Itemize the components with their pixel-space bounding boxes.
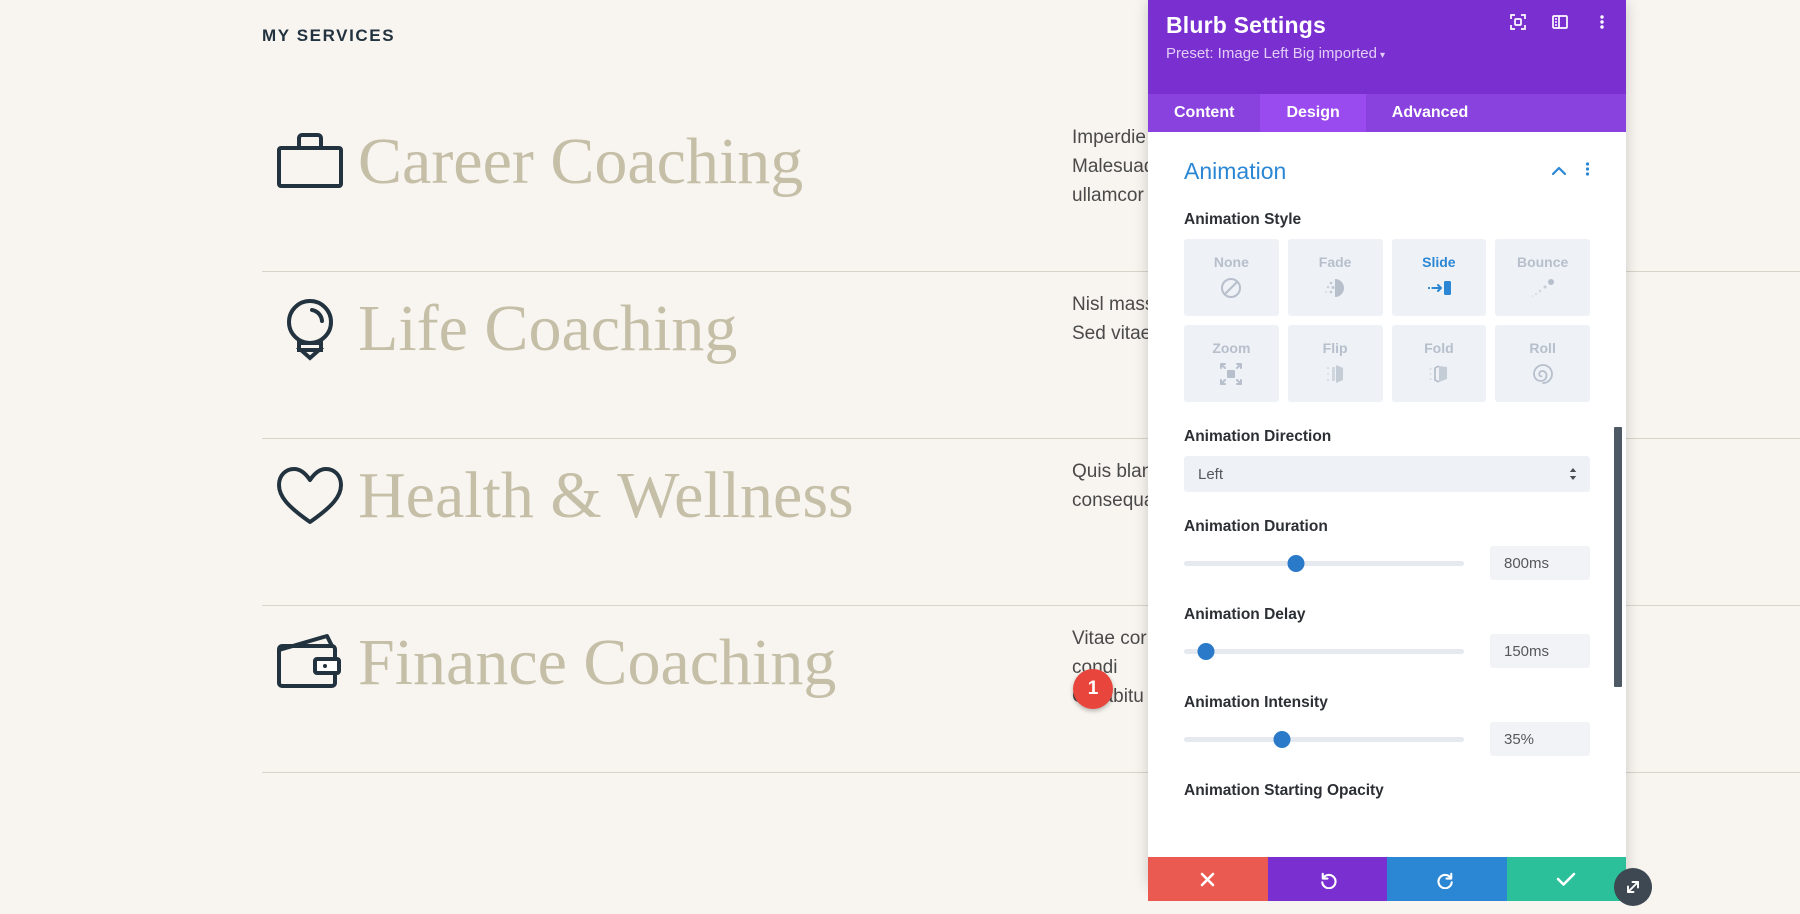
style-label: Fold (1424, 340, 1454, 356)
animation-section-header: Animation (1184, 158, 1590, 185)
style-label: Fade (1318, 254, 1352, 270)
fade-icon (1323, 275, 1347, 301)
animation-style-label: Animation Style (1184, 211, 1302, 228)
slider-track (1184, 736, 1464, 742)
lightbulb-icon (262, 298, 358, 362)
animation-style-roll[interactable]: Roll (1495, 325, 1590, 402)
roll-spiral-icon (1531, 361, 1555, 387)
focus-target-icon[interactable] (1508, 12, 1528, 32)
style-label: Slide (1422, 254, 1456, 270)
animation-delay-label: Animation Delay (1184, 606, 1306, 623)
save-button[interactable] (1506, 857, 1626, 901)
animation-intensity-value[interactable]: 35% (1490, 722, 1590, 756)
layout-panel-icon[interactable] (1550, 12, 1570, 32)
redo-button[interactable] (1387, 857, 1507, 901)
animation-delay-slider[interactable] (1184, 639, 1464, 663)
style-label: Zoom (1212, 340, 1251, 356)
panel-header: Blurb Settings Preset: Image Left Big im… (1148, 0, 1626, 94)
section-title: Animation (1184, 158, 1287, 184)
animation-duration-row: 800ms (1184, 546, 1590, 580)
animation-style-flip[interactable]: Flip (1287, 325, 1383, 402)
wallet-icon (262, 632, 358, 690)
heart-icon (262, 465, 358, 527)
animation-style-slide[interactable]: Slide (1391, 239, 1487, 316)
animation-direction-label: Animation Direction (1184, 428, 1332, 445)
animation-style-zoom[interactable]: Zoom (1184, 325, 1279, 402)
animation-intensity-slider[interactable] (1184, 727, 1464, 751)
tab-advanced[interactable]: Advanced (1365, 94, 1495, 132)
service-title: Finance Coaching (358, 626, 837, 699)
chevron-down-icon: ▾ (1379, 50, 1385, 61)
panel-action-bar (1148, 857, 1626, 901)
animation-style-fade[interactable]: Fade (1287, 239, 1383, 316)
flip-icon (1323, 361, 1347, 387)
panel-scrollbar[interactable] (1614, 132, 1622, 884)
scrollbar-thumb[interactable] (1614, 427, 1622, 687)
preset-label: Preset: Image Left Big imported (1166, 45, 1377, 62)
animation-style-none[interactable]: None (1184, 239, 1279, 316)
step-marker-badge[interactable]: 1 (1073, 669, 1113, 709)
animation-style-bounce[interactable]: Bounce (1495, 239, 1590, 316)
briefcase-icon (262, 131, 358, 189)
animation-delay-value[interactable]: 150ms (1490, 634, 1590, 668)
zoom-arrows-icon (1219, 361, 1243, 387)
fold-icon (1427, 361, 1451, 387)
slider-thumb[interactable] (1197, 642, 1215, 660)
panel-tabs: Content Design Advanced (1148, 94, 1626, 132)
animation-duration-value[interactable]: 800ms (1490, 546, 1590, 580)
service-title: Health & Wellness (358, 459, 854, 532)
animation-duration-slider[interactable] (1184, 551, 1464, 575)
tab-design[interactable]: Design (1260, 94, 1366, 132)
style-label: None (1213, 254, 1249, 270)
more-vertical-icon[interactable] (1585, 161, 1590, 182)
undo-button[interactable] (1267, 857, 1387, 901)
animation-starting-opacity-label: Animation Starting Opacity (1184, 782, 1384, 799)
animation-intensity-row: 35% (1184, 722, 1590, 756)
slider-track (1184, 560, 1464, 566)
animation-duration-label: Animation Duration (1184, 518, 1328, 535)
slide-icon (1425, 275, 1453, 301)
chevron-updown-icon (1568, 467, 1578, 481)
slider-track (1184, 648, 1464, 654)
more-vertical-icon[interactable] (1592, 12, 1612, 32)
cancel-button[interactable] (1148, 857, 1268, 901)
animation-intensity-label: Animation Intensity (1184, 694, 1328, 711)
tab-content[interactable]: Content (1148, 94, 1261, 132)
panel-body: Animation Animation Style None Fade Slid… (1148, 132, 1626, 884)
animation-style-grid: None Fade Slide Bounce Zoom Flip Fold Ro… (1184, 239, 1590, 402)
blurb-settings-panel: Blurb Settings Preset: Image Left Big im… (1148, 0, 1626, 884)
resize-handle[interactable] (1614, 868, 1652, 906)
bounce-icon (1530, 275, 1556, 301)
service-title: Life Coaching (358, 292, 738, 365)
chevron-up-icon[interactable] (1551, 163, 1567, 181)
animation-direction-value: Left (1198, 465, 1224, 483)
style-label: Flip (1322, 340, 1348, 356)
service-title: Career Coaching (358, 125, 804, 198)
animation-direction-select[interactable]: Left (1184, 456, 1590, 492)
slider-thumb[interactable] (1273, 730, 1291, 748)
style-label: Bounce (1516, 254, 1569, 270)
preset-selector[interactable]: Preset: Image Left Big imported ▾ (1166, 45, 1608, 62)
panel-header-icons (1508, 12, 1612, 32)
animation-delay-row: 150ms (1184, 634, 1590, 668)
style-label: Roll (1529, 340, 1556, 356)
no-entry-icon (1220, 275, 1242, 301)
animation-style-fold[interactable]: Fold (1391, 325, 1487, 402)
slider-thumb[interactable] (1287, 554, 1305, 572)
page-eyebrow: MY SERVICES (262, 26, 396, 45)
